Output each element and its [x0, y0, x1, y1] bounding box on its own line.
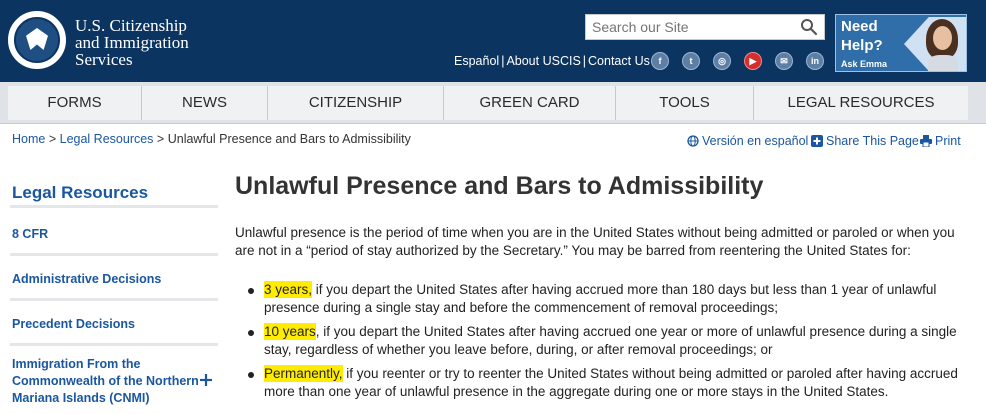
nav-citizenship[interactable]: CITIZENSHIP [268, 86, 444, 120]
need-help-line: Need [841, 18, 878, 35]
sidebar-title: Legal Resources [12, 183, 149, 202]
agency-name[interactable]: U.S. Citizenship and Immigration Service… [75, 17, 189, 68]
sidebar-divider [10, 298, 218, 301]
intro-paragraph: Unlawful presence is the period of time … [235, 224, 955, 260]
print-link[interactable]: Print [920, 134, 961, 148]
list-item: Permanently, if you reenter or try to re… [248, 365, 958, 401]
list-item-line: 10 years, if you depart the United State… [264, 323, 958, 341]
youtube-icon[interactable]: ▶ [744, 52, 762, 70]
list-item: 3 years, if you depart the United States… [248, 281, 958, 317]
nav-green-card[interactable]: GREEN CARD [444, 86, 616, 120]
print-label: Print [935, 134, 961, 148]
breadcrumb-separator: > [156, 132, 165, 146]
nav-forms[interactable]: FORMS [8, 86, 142, 120]
facebook-icon[interactable]: f [651, 52, 669, 70]
search-box [585, 14, 825, 40]
list-item-line: 3 years, if you depart the United States… [264, 281, 958, 299]
sidebar-item-8-cfr[interactable]: 8 CFR [12, 226, 48, 243]
sidebar-item-label: Immigration From the [12, 357, 141, 371]
sidebar-item-label: Mariana Islands (CNMI) [12, 391, 150, 405]
list-item-text: if you depart the United States after ha… [312, 282, 937, 297]
expand-plus-icon[interactable] [199, 373, 213, 387]
list-item: 10 years, if you depart the United State… [248, 323, 958, 359]
list-item-line: more than one year of unlawful presence … [264, 384, 889, 399]
emma-body [928, 55, 958, 71]
espanol-link[interactable]: Español [454, 54, 499, 68]
eagle-icon [26, 28, 48, 50]
list-item-text: if you reenter or try to reenter the Uni… [342, 366, 958, 381]
share-page-label: Share This Page [826, 134, 919, 148]
ask-emma-widget[interactable]: Need Help? Ask Emma [835, 14, 967, 72]
bar-periods-list: 3 years, if you depart the United States… [248, 281, 958, 407]
sidebar-divider [10, 205, 218, 208]
emma-avatar [904, 17, 966, 71]
list-item-text: , if you depart the United States after … [315, 324, 957, 339]
globe-icon [687, 135, 699, 147]
sidebar-divider [10, 343, 218, 346]
sidebar-item-label: Commonwealth of the Northern [12, 374, 199, 388]
linkedin-icon[interactable]: in [806, 52, 824, 70]
need-help-line: Help? [841, 37, 883, 54]
breadcrumb-home[interactable]: Home [12, 132, 45, 146]
search-icon[interactable] [800, 18, 818, 36]
agency-name-line: and Immigration [75, 33, 189, 52]
about-uscis-link[interactable]: About USCIS [506, 54, 580, 68]
intro-line: are not in a “period of stay authorized … [235, 243, 911, 258]
main-nav-bar: FORMS NEWS CITIZENSHIP GREEN CARD TOOLS … [8, 86, 968, 120]
contact-us-link[interactable]: Contact Us [588, 54, 650, 68]
agency-name-line: U.S. Citizenship [75, 16, 187, 35]
util-separator: | [501, 54, 505, 68]
intro-line: Unlawful presence is the period of time … [235, 225, 955, 240]
sidebar-item-cnmi[interactable]: Immigration From the Commonwealth of the… [12, 356, 199, 407]
need-help-label: Need Help? [841, 17, 883, 55]
nav-tools[interactable]: TOOLS [616, 86, 754, 120]
highlighted-term: 3 years, [264, 281, 313, 298]
site-header: U.S. Citizenship and Immigration Service… [0, 0, 986, 82]
spanish-version-label: Versión en español [702, 134, 809, 148]
util-separator: | [582, 54, 587, 68]
printer-icon [920, 135, 932, 147]
sidebar-item-precedent-decisions[interactable]: Precedent Decisions [12, 316, 135, 333]
plus-square-icon [811, 135, 823, 147]
list-item-line: Permanently, if you reenter or try to re… [264, 365, 958, 383]
share-page-link[interactable]: Share This Page [811, 134, 919, 148]
breadcrumb-legal-resources[interactable]: Legal Resources [60, 132, 154, 146]
nav-legal-resources[interactable]: LEGAL RESOURCES [754, 86, 968, 120]
sidebar-divider [10, 253, 218, 256]
utility-links: Español | About USCIS | Contact Us [454, 54, 650, 68]
instagram-icon[interactable]: ◎ [713, 52, 731, 70]
ask-emma-label: Ask Emma [841, 59, 888, 69]
search-input[interactable] [586, 15, 791, 39]
emma-face [933, 26, 952, 50]
agency-name-line: Services [75, 50, 133, 69]
spanish-version-link[interactable]: Versión en español [687, 134, 808, 148]
email-icon[interactable]: ✉ [775, 52, 793, 70]
main-nav: FORMS NEWS CITIZENSHIP GREEN CARD TOOLS … [0, 82, 986, 124]
breadcrumb-current: Unlawful Presence and Bars to Admissibil… [167, 132, 411, 146]
seal-inner [14, 17, 60, 63]
breadcrumb-separator: > [48, 132, 57, 146]
sidebar-item-administrative-decisions[interactable]: Administrative Decisions [12, 271, 161, 288]
breadcrumb: Home > Legal Resources > Unlawful Presen… [12, 132, 411, 146]
list-item-line: stay, regardless of whether you leave be… [264, 342, 773, 357]
highlighted-term: Permanently, [264, 365, 343, 382]
nav-news[interactable]: NEWS [142, 86, 268, 120]
highlighted-term: 10 years [264, 323, 316, 340]
dhs-seal-logo[interactable] [8, 11, 66, 69]
twitter-icon[interactable]: t [682, 52, 700, 70]
page-title: Unlawful Presence and Bars to Admissibil… [235, 172, 764, 200]
list-item-line: presence during a single stay and before… [264, 300, 779, 315]
